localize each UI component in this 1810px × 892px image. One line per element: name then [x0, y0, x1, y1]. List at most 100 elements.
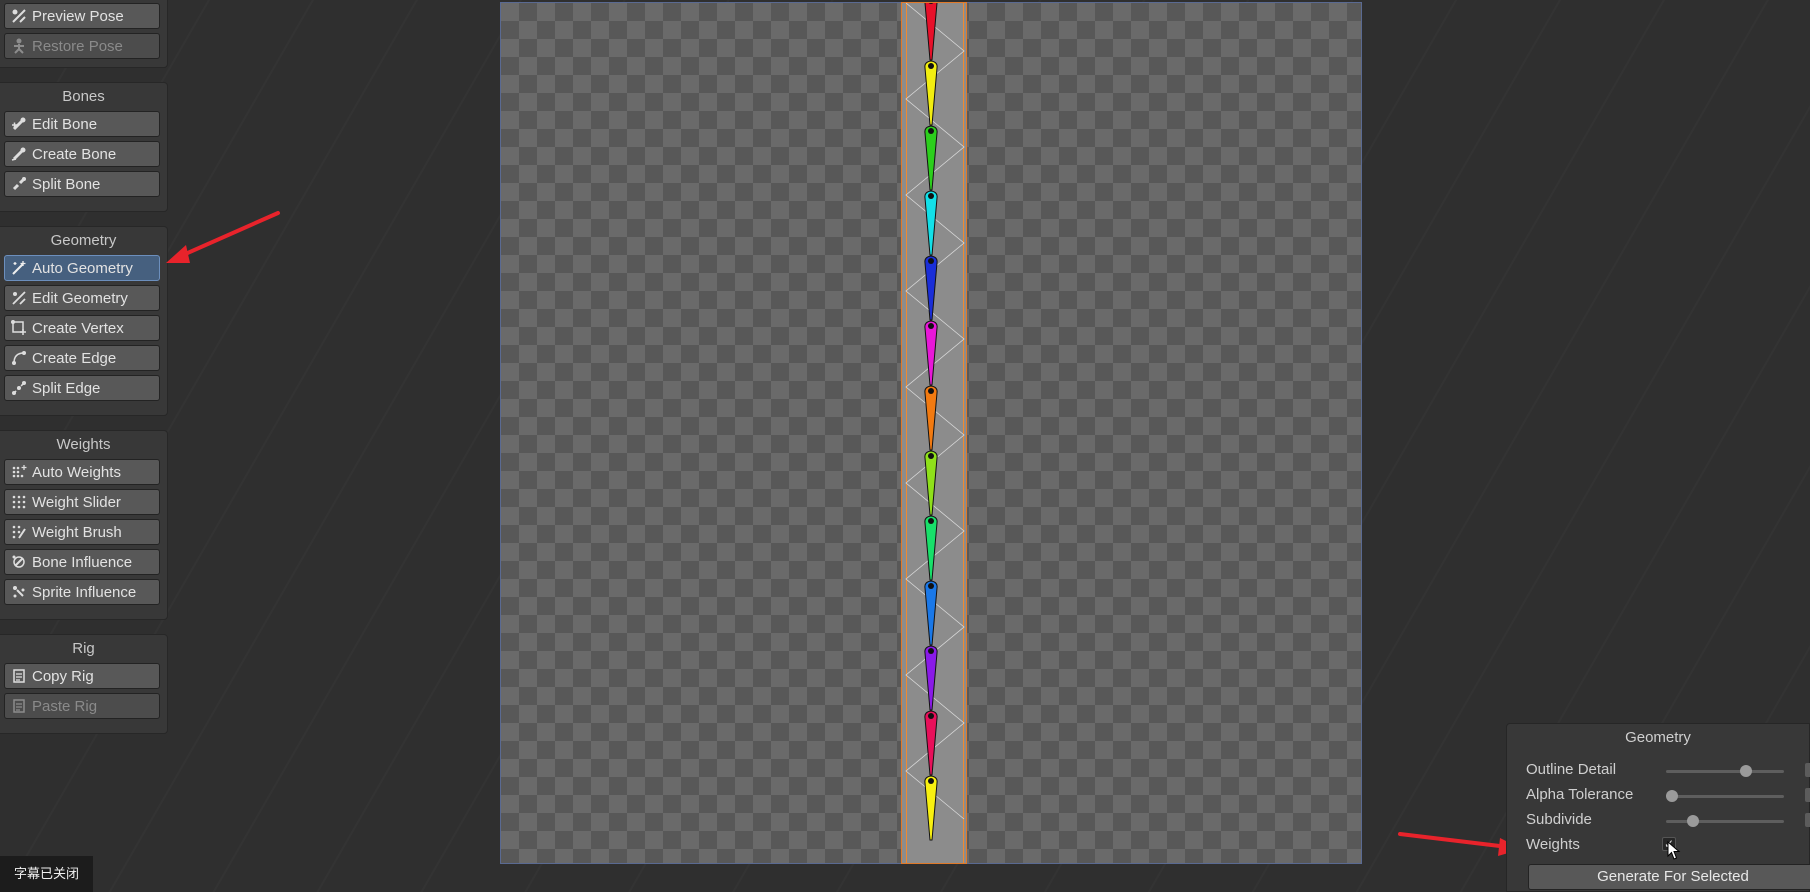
- bone-joint[interactable]: [928, 388, 934, 394]
- bone-13[interactable]: [924, 775, 938, 841]
- subdivide-label: Subdivide: [1526, 810, 1592, 828]
- create-edge-button[interactable]: Create Edge: [4, 345, 160, 371]
- auto-geometry-label: Auto Geometry: [32, 259, 133, 277]
- bone-body[interactable]: [924, 450, 938, 516]
- bone-2[interactable]: [924, 60, 938, 126]
- bone-body[interactable]: [924, 710, 938, 776]
- bone-6[interactable]: [924, 320, 938, 386]
- geometry-panel-title: Geometry: [1625, 729, 1691, 746]
- outline-detail-slider[interactable]: [1666, 765, 1784, 777]
- geometry-group-title: Geometry: [50, 232, 117, 249]
- bone-11[interactable]: [924, 645, 938, 711]
- bone-body[interactable]: [924, 580, 938, 646]
- weight-brush-button[interactable]: Weight Brush: [4, 519, 160, 545]
- bone-joint[interactable]: [928, 258, 934, 264]
- bone-body[interactable]: [924, 515, 938, 581]
- subdivide-knob[interactable]: [1687, 815, 1700, 827]
- split-bone-label: Split Bone: [32, 175, 101, 193]
- split-edge-icon: [9, 378, 29, 398]
- sprite-influence-button[interactable]: Sprite Influence: [4, 579, 160, 605]
- annotation-arrow-left: [166, 211, 280, 263]
- bone-5[interactable]: [924, 255, 938, 321]
- geometry-tool-group: Geometry Auto Geometry Edit Geometry Cre…: [0, 226, 168, 416]
- sprite-influence-label: Sprite Influence: [32, 583, 137, 601]
- copy-rig-icon: [9, 666, 29, 686]
- subdivide-slider[interactable]: [1666, 815, 1784, 827]
- bone-joint[interactable]: [928, 193, 934, 199]
- weight-brush-label: Weight Brush: [32, 523, 122, 541]
- restore-pose-button[interactable]: Restore Pose: [4, 33, 160, 59]
- copy-rig-label: Copy Rig: [32, 667, 94, 685]
- create-vertex-icon: [9, 318, 29, 338]
- rig-group-title: Rig: [72, 640, 95, 657]
- weight-brush-icon: [9, 522, 29, 542]
- bone-body[interactable]: [924, 125, 938, 191]
- restore-pose-label: Restore Pose: [32, 37, 123, 55]
- preview-pose-button[interactable]: Preview Pose: [4, 3, 160, 29]
- generate-for-selected-button[interactable]: Generate For Selected: [1528, 864, 1810, 890]
- alpha-tolerance-slider[interactable]: [1666, 790, 1784, 802]
- weights-tool-group: Weights Auto Weights Weight Slider Weigh…: [0, 430, 168, 620]
- bone-body[interactable]: [924, 385, 938, 451]
- outline-detail-field[interactable]: [1805, 763, 1810, 777]
- bone-8[interactable]: [924, 450, 938, 516]
- create-bone-icon: [9, 144, 29, 164]
- bone-body[interactable]: [924, 255, 938, 321]
- auto-geometry-button[interactable]: Auto Geometry: [4, 255, 160, 281]
- alpha-tolerance-row: Alpha Tolerance: [1526, 782, 1633, 806]
- bone-10[interactable]: [924, 580, 938, 646]
- preview-pose-icon: [9, 6, 29, 26]
- sprite-rect[interactable]: [901, 2, 967, 864]
- bone-joint[interactable]: [928, 323, 934, 329]
- weight-slider-button[interactable]: Weight Slider: [4, 489, 160, 515]
- split-bone-button[interactable]: Split Bone: [4, 171, 160, 197]
- bone-4[interactable]: [924, 190, 938, 256]
- split-edge-label: Split Edge: [32, 379, 101, 397]
- auto-weights-label: Auto Weights: [32, 463, 121, 481]
- weight-slider-label: Weight Slider: [32, 493, 121, 511]
- bone-body[interactable]: [924, 190, 938, 256]
- subdivide-field[interactable]: [1805, 813, 1810, 827]
- bone-joint[interactable]: [928, 518, 934, 524]
- bone-influence-button[interactable]: Bone Influence: [4, 549, 160, 575]
- create-vertex-button[interactable]: Create Vertex: [4, 315, 160, 341]
- auto-weights-button[interactable]: Auto Weights: [4, 459, 160, 485]
- edit-geometry-icon: [9, 288, 29, 308]
- bone-1[interactable]: [924, 3, 938, 61]
- bone-joint[interactable]: [928, 453, 934, 459]
- bone-body[interactable]: [924, 645, 938, 711]
- bone-joint[interactable]: [928, 583, 934, 589]
- bone-7[interactable]: [924, 385, 938, 451]
- bone-joint[interactable]: [928, 63, 934, 69]
- edit-bone-button[interactable]: Edit Bone: [4, 111, 160, 137]
- split-bone-icon: [9, 174, 29, 194]
- auto-weights-icon: [9, 462, 29, 482]
- bone-12[interactable]: [924, 710, 938, 776]
- bone-joint[interactable]: [928, 778, 934, 784]
- edit-bone-label: Edit Bone: [32, 115, 98, 133]
- outline-detail-knob[interactable]: [1740, 765, 1753, 777]
- weights-label: Weights: [1526, 835, 1580, 853]
- bone-joint[interactable]: [928, 128, 934, 134]
- alpha-tolerance-knob[interactable]: [1666, 790, 1678, 802]
- split-edge-button[interactable]: Split Edge: [4, 375, 160, 401]
- copy-rig-button[interactable]: Copy Rig: [4, 663, 160, 689]
- bone-joint[interactable]: [928, 648, 934, 654]
- bone-chain[interactable]: [902, 3, 968, 865]
- bones-group-title: Bones: [62, 88, 105, 105]
- restore-pose-icon: [9, 36, 29, 56]
- sprite-canvas[interactable]: [500, 2, 1362, 864]
- alpha-tolerance-field[interactable]: [1805, 788, 1810, 802]
- bone-body[interactable]: [924, 60, 938, 126]
- geometry-settings-panel: Geometry Outline Detail Alpha Tolerance …: [1506, 723, 1810, 892]
- auto-geometry-icon: [9, 258, 29, 278]
- bone-joint[interactable]: [928, 713, 934, 719]
- bone-body[interactable]: [924, 320, 938, 386]
- bone-body[interactable]: [924, 3, 938, 61]
- bone-body[interactable]: [924, 775, 938, 841]
- bone-9[interactable]: [924, 515, 938, 581]
- create-bone-button[interactable]: Create Bone: [4, 141, 160, 167]
- edit-geometry-button[interactable]: Edit Geometry: [4, 285, 160, 311]
- paste-rig-button[interactable]: Paste Rig: [4, 693, 160, 719]
- bone-3[interactable]: [924, 125, 938, 191]
